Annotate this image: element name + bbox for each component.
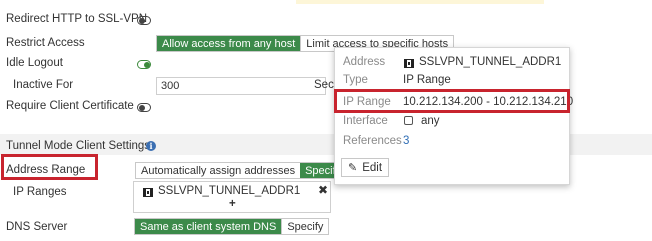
address-object-icon bbox=[143, 188, 153, 198]
dns-server-label: DNS Server bbox=[6, 221, 68, 233]
address-range-highlight bbox=[1, 154, 98, 180]
remove-entry-icon[interactable]: ✖ bbox=[318, 183, 328, 197]
ip-range-highlight bbox=[334, 89, 570, 113]
ip-ranges-box[interactable]: SSLVPN_TUNNEL_ADDR1 ✖ + bbox=[133, 181, 331, 213]
popup-type-key: Type bbox=[343, 74, 368, 86]
same-as-client-dns-option[interactable]: Same as client system DNS bbox=[135, 219, 282, 234]
ip-range-entry[interactable]: SSLVPN_TUNNEL_ADDR1 bbox=[158, 185, 300, 197]
popup-address-value: SSLVPN_TUNNEL_ADDR1 bbox=[419, 56, 562, 68]
auto-assign-option[interactable]: Automatically assign addresses bbox=[136, 163, 301, 178]
pencil-icon: ✎ bbox=[348, 162, 358, 174]
edit-button[interactable]: ✎ Edit bbox=[341, 158, 390, 177]
interface-checkbox bbox=[404, 116, 413, 125]
popup-references-key: References bbox=[343, 135, 402, 147]
client-cert-toggle[interactable] bbox=[137, 103, 151, 112]
client-cert-label: Require Client Certificate bbox=[6, 100, 134, 112]
info-icon[interactable]: i bbox=[146, 141, 156, 151]
popup-type-value: IP Range bbox=[403, 74, 451, 86]
popup-interface-value: any bbox=[421, 115, 440, 127]
inactive-for-label: Inactive For bbox=[13, 79, 74, 91]
popup-interface-key: Interface bbox=[343, 115, 388, 127]
redirect-http-label: Redirect HTTP to SSL-VPN bbox=[6, 13, 148, 25]
notice-strip bbox=[296, 0, 544, 4]
allow-any-host-option[interactable]: Allow access from any host bbox=[157, 36, 301, 51]
edit-button-label: Edit bbox=[362, 161, 383, 174]
redirect-http-toggle[interactable] bbox=[137, 16, 151, 25]
inactive-for-value: 300 bbox=[161, 80, 180, 92]
tunnel-section-title: Tunnel Mode Client Settings bbox=[6, 140, 151, 152]
restrict-access-label: Restrict Access bbox=[6, 37, 85, 49]
popup-address-key: Address bbox=[343, 56, 386, 68]
idle-logout-label: Idle Logout bbox=[6, 57, 63, 69]
popup-references-link[interactable]: 3 bbox=[403, 135, 409, 147]
dns-server-selector: Same as client system DNS Specify bbox=[134, 218, 330, 235]
ip-ranges-label: IP Ranges bbox=[13, 186, 67, 198]
idle-logout-toggle[interactable] bbox=[137, 60, 151, 69]
address-range-selector: Automatically assign addresses Specify bbox=[135, 162, 347, 179]
specify-dns-option[interactable]: Specify bbox=[281, 219, 329, 234]
add-entry-button[interactable]: + bbox=[229, 198, 236, 210]
inactive-for-input[interactable]: 300 bbox=[156, 77, 326, 95]
address-detail-popup: Address SSLVPN_TUNNEL_ADDR1 Type IP Rang… bbox=[334, 47, 573, 185]
address-object-icon bbox=[404, 59, 414, 69]
